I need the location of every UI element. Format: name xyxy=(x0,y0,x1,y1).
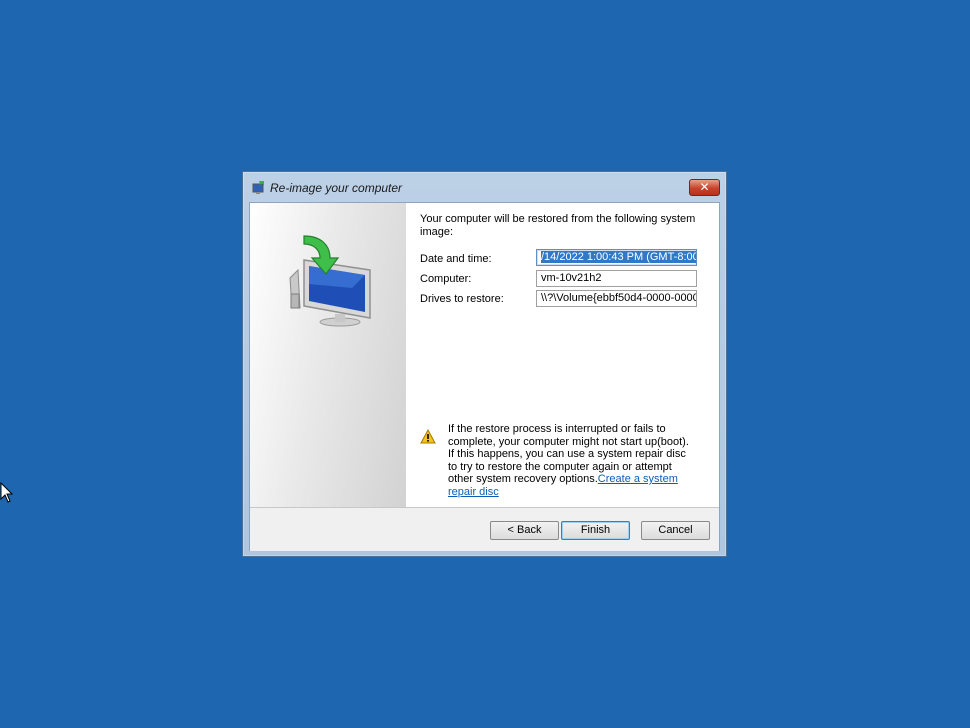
drives-field[interactable]: \\?\Volume{ebbf50d4-0000-0000- xyxy=(536,290,697,307)
reimage-dialog: Re-image your computer ✕ Your computer w… xyxy=(242,171,727,557)
finish-button[interactable]: Finish xyxy=(561,521,630,540)
intro-text: Your computer will be restored from the … xyxy=(420,213,696,238)
cancel-button[interactable]: Cancel xyxy=(641,521,710,540)
side-graphic-panel xyxy=(250,203,406,507)
content-area: Your computer will be restored from the … xyxy=(406,203,719,507)
back-button[interactable]: < Back xyxy=(490,521,559,540)
date-time-field[interactable]: /14/2022 1:00:43 PM (GMT-8:00) xyxy=(536,249,697,266)
computer-field[interactable]: vm-10v21h2 xyxy=(536,270,697,287)
close-button[interactable]: ✕ xyxy=(689,179,720,196)
title-bar[interactable]: Re-image your computer ✕ xyxy=(243,172,726,202)
computer-restore-icon xyxy=(289,235,371,327)
date-time-label: Date and time: xyxy=(420,253,492,265)
button-bar: < Back Finish Cancel xyxy=(250,507,719,551)
mouse-cursor-icon xyxy=(0,482,13,503)
window-title: Re-image your computer xyxy=(270,181,403,195)
date-time-value: /14/2022 1:00:43 PM (GMT-8:00) xyxy=(541,251,696,263)
warning-message: If the restore process is interrupted or… xyxy=(448,423,698,498)
drives-label: Drives to restore: xyxy=(420,293,504,305)
warning-icon xyxy=(420,429,436,444)
computer-label: Computer: xyxy=(420,273,472,285)
dialog-body: Your computer will be restored from the … xyxy=(249,202,720,551)
restore-icon xyxy=(252,181,264,194)
